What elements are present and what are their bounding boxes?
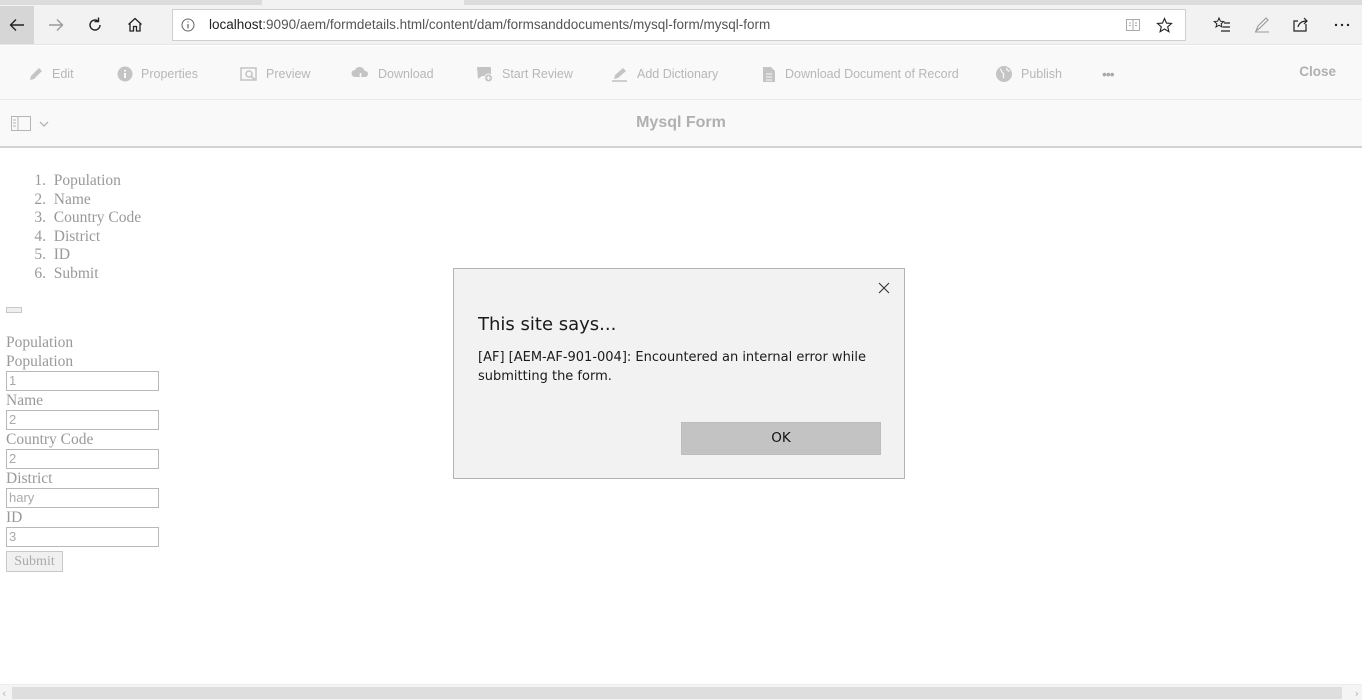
preview-label: Preview <box>266 67 311 81</box>
close-button[interactable]: Close <box>1299 64 1336 79</box>
country-code-field[interactable]: 2 <box>6 449 159 469</box>
step-label: Country Code <box>53 209 142 226</box>
url-path: :9090/aem/formdetails.html/content/dam/f… <box>262 17 771 32</box>
address-bar[interactable]: localhost:9090/aem/formdetails.html/cont… <box>172 9 1186 41</box>
id-label: ID <box>6 509 23 526</box>
dialog-heading: This site says... <box>478 314 617 335</box>
arrow-left-icon <box>9 19 24 31</box>
info-icon <box>117 66 133 82</box>
favorites-list-icon <box>1213 16 1230 32</box>
step-number: 5. <box>34 246 46 263</box>
list-item[interactable]: 4. District <box>22 228 141 247</box>
dictionary-icon <box>612 68 627 82</box>
page-title: Mysql Form <box>636 114 726 131</box>
step-number: 1. <box>34 172 46 189</box>
submit-button[interactable]: Submit <box>6 551 63 572</box>
ellipsis-icon <box>1334 23 1350 27</box>
browser-navbar: localhost:9090/aem/formdetails.html/cont… <box>0 5 1362 45</box>
reading-view-icon[interactable] <box>1125 17 1141 33</box>
scroll-right-icon[interactable]: › <box>1355 687 1359 700</box>
step-label: Population <box>53 172 121 189</box>
district-label: District <box>6 470 53 487</box>
ok-button[interactable]: OK <box>681 422 881 455</box>
add-dictionary-label: Add Dictionary <box>637 67 719 81</box>
step-number: 3. <box>34 209 46 226</box>
country-code-label: Country Code <box>6 431 94 448</box>
download-label: Download <box>378 67 434 81</box>
list-item[interactable]: 1. Population <box>22 172 141 191</box>
form-steps-list: 1. Population 2. Name 3. Country Code 4.… <box>22 172 141 283</box>
edit-label: Edit <box>52 67 74 81</box>
name-label: Name <box>6 392 44 409</box>
url-host: localhost <box>209 17 263 32</box>
toolbar-toggle-button[interactable] <box>6 307 22 313</box>
globe-icon <box>996 66 1012 82</box>
share-button[interactable] <box>1283 6 1319 44</box>
population-field[interactable]: 1 <box>6 371 159 391</box>
publish-label: Publish <box>1021 67 1062 81</box>
step-number: 2. <box>34 190 46 208</box>
section-title: Population <box>6 334 74 351</box>
publish-button[interactable]: Publish <box>995 65 1062 83</box>
properties-label: Properties <box>141 67 198 81</box>
horizontal-scrollbar[interactable]: ‹ › <box>0 684 1362 700</box>
step-label: ID <box>53 246 71 263</box>
add-dictionary-button[interactable]: Add Dictionary <box>611 65 718 83</box>
start-review-button[interactable]: Start Review <box>476 65 573 83</box>
dialog-message: [AF] [AEM-AF-901-004]: Encountered an in… <box>478 350 867 384</box>
step-label: Name <box>53 190 91 208</box>
pencil-icon <box>30 68 42 80</box>
preview-button[interactable]: Preview <box>240 65 310 83</box>
preview-icon <box>240 67 257 81</box>
id-field[interactable]: 3 <box>6 527 159 547</box>
scroll-left-icon[interactable]: ‹ <box>2 687 6 700</box>
home-button[interactable] <box>117 6 153 44</box>
address-text[interactable]: localhost:9090/aem/formdetails.html/cont… <box>209 17 770 32</box>
back-button[interactable] <box>0 6 34 44</box>
step-label: District <box>53 227 101 245</box>
download-document-of-record-label: Download Document of Record <box>785 67 959 81</box>
list-item[interactable]: 5. ID <box>22 246 141 265</box>
home-icon <box>128 17 142 32</box>
scrollbar-thumb[interactable] <box>12 687 1342 699</box>
refresh-icon <box>89 17 101 31</box>
more-actions-button[interactable]: ••• <box>1102 65 1115 83</box>
share-icon <box>1293 17 1308 32</box>
info-icon[interactable] <box>181 18 195 32</box>
list-item[interactable]: 2. Name <box>22 191 141 210</box>
step-number: 4. <box>34 227 46 245</box>
close-icon[interactable] <box>878 282 890 294</box>
favorites-hub-button[interactable] <box>1204 6 1240 44</box>
favorite-star-icon[interactable] <box>1156 17 1173 34</box>
name-field[interactable]: 2 <box>6 410 159 430</box>
cloud-download-icon <box>351 66 369 82</box>
population-label: Population <box>6 353 74 370</box>
properties-button[interactable]: Properties <box>117 65 198 83</box>
form-titlebar: Mysql Form <box>0 100 1362 148</box>
step-label: Submit <box>53 264 99 282</box>
start-review-label: Start Review <box>502 67 573 81</box>
download-button[interactable]: Download <box>351 65 434 83</box>
edit-button[interactable]: Edit <box>28 65 74 83</box>
forward-button[interactable] <box>38 6 74 44</box>
web-note-button[interactable] <box>1244 6 1280 44</box>
document-icon <box>763 66 775 82</box>
refresh-button[interactable] <box>77 6 113 44</box>
district-field[interactable]: hary <box>6 488 159 508</box>
download-document-of-record-button[interactable]: Download Document of Record <box>761 65 959 83</box>
more-settings-button[interactable] <box>1324 6 1360 44</box>
pen-icon <box>1254 17 1269 33</box>
form-panel: Population Population 1 Name 2 Country C… <box>6 333 159 547</box>
review-icon <box>477 67 493 83</box>
alert-dialog: This site says... [AF] [AEM-AF-901-004]:… <box>453 268 905 479</box>
list-item[interactable]: 3. Country Code <box>22 209 141 228</box>
arrow-right-icon <box>49 19 64 31</box>
step-number: 6. <box>34 264 46 282</box>
list-item[interactable]: 6. Submit <box>22 265 141 284</box>
action-toolbar: Edit Properties Preview Download Start R… <box>0 46 1362 100</box>
